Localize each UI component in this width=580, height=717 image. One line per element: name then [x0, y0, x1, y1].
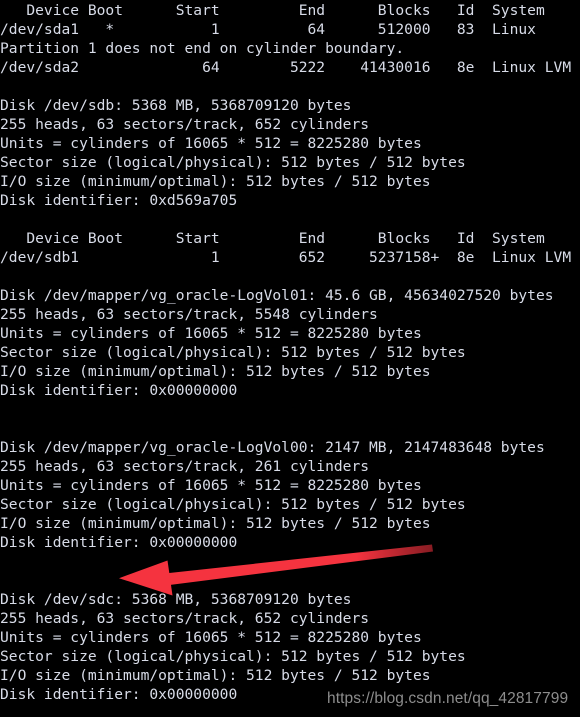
console-line: Partition 1 does not end on cylinder bou… [0, 40, 405, 57]
console-line: Disk /dev/sdb: 5368 MB, 5368709120 bytes [0, 97, 352, 114]
console-line: Units = cylinders of 16065 * 512 = 82252… [0, 135, 422, 152]
console-line: Units = cylinders of 16065 * 512 = 82252… [0, 325, 422, 342]
console-line: I/O size (minimum/optimal): 512 bytes / … [0, 173, 431, 190]
console-line: Sector size (logical/physical): 512 byte… [0, 496, 466, 513]
console-line: Device Boot Start End Blocks Id System [0, 230, 545, 247]
console-output: Device Boot Start End Blocks Id System/d… [0, 0, 580, 704]
watermark-text: https://blog.csdn.net/qq_42817799 [327, 690, 569, 707]
console-line: Sector size (logical/physical): 512 byte… [0, 344, 466, 361]
console-line: Sector size (logical/physical): 512 byte… [0, 648, 466, 665]
console-line: I/O size (minimum/optimal): 512 bytes / … [0, 515, 431, 532]
console-line: 255 heads, 63 sectors/track, 261 cylinde… [0, 458, 370, 475]
console-line: 255 heads, 63 sectors/track, 652 cylinde… [0, 610, 370, 627]
console-line: /dev/sda1 * 1 64 512000 83 Linux [0, 21, 536, 38]
console-line: Units = cylinders of 16065 * 512 = 82252… [0, 477, 422, 494]
console-line: Disk /dev/mapper/vg_oracle-LogVol01: 45.… [0, 287, 554, 304]
console-line: /dev/sdb1 1 652 5237158+ 8e Linux LVM [0, 249, 572, 266]
console-line: Disk /dev/mapper/vg_oracle-LogVol00: 214… [0, 439, 545, 456]
console-line: I/O size (minimum/optimal): 512 bytes / … [0, 363, 431, 380]
console-line: Sector size (logical/physical): 512 byte… [0, 154, 466, 171]
console-line: 255 heads, 63 sectors/track, 652 cylinde… [0, 116, 370, 133]
console-line: /dev/sda2 64 5222 41430016 8e Linux LVM [0, 59, 572, 76]
terminal-window[interactable]: Device Boot Start End Blocks Id System/d… [0, 0, 580, 717]
console-line: Device Boot Start End Blocks Id System [0, 2, 545, 19]
console-line: Disk identifier: 0x00000000 [0, 534, 238, 551]
console-line: 255 heads, 63 sectors/track, 5548 cylind… [0, 306, 378, 323]
console-line: Disk identifier: 0xd569a705 [0, 192, 238, 209]
console-line: I/O size (minimum/optimal): 512 bytes / … [0, 667, 431, 684]
console-line: Disk identifier: 0x00000000 [0, 382, 238, 399]
console-line: Disk /dev/sdc: 5368 MB, 5368709120 bytes [0, 591, 352, 608]
console-line: Units = cylinders of 16065 * 512 = 82252… [0, 629, 422, 646]
